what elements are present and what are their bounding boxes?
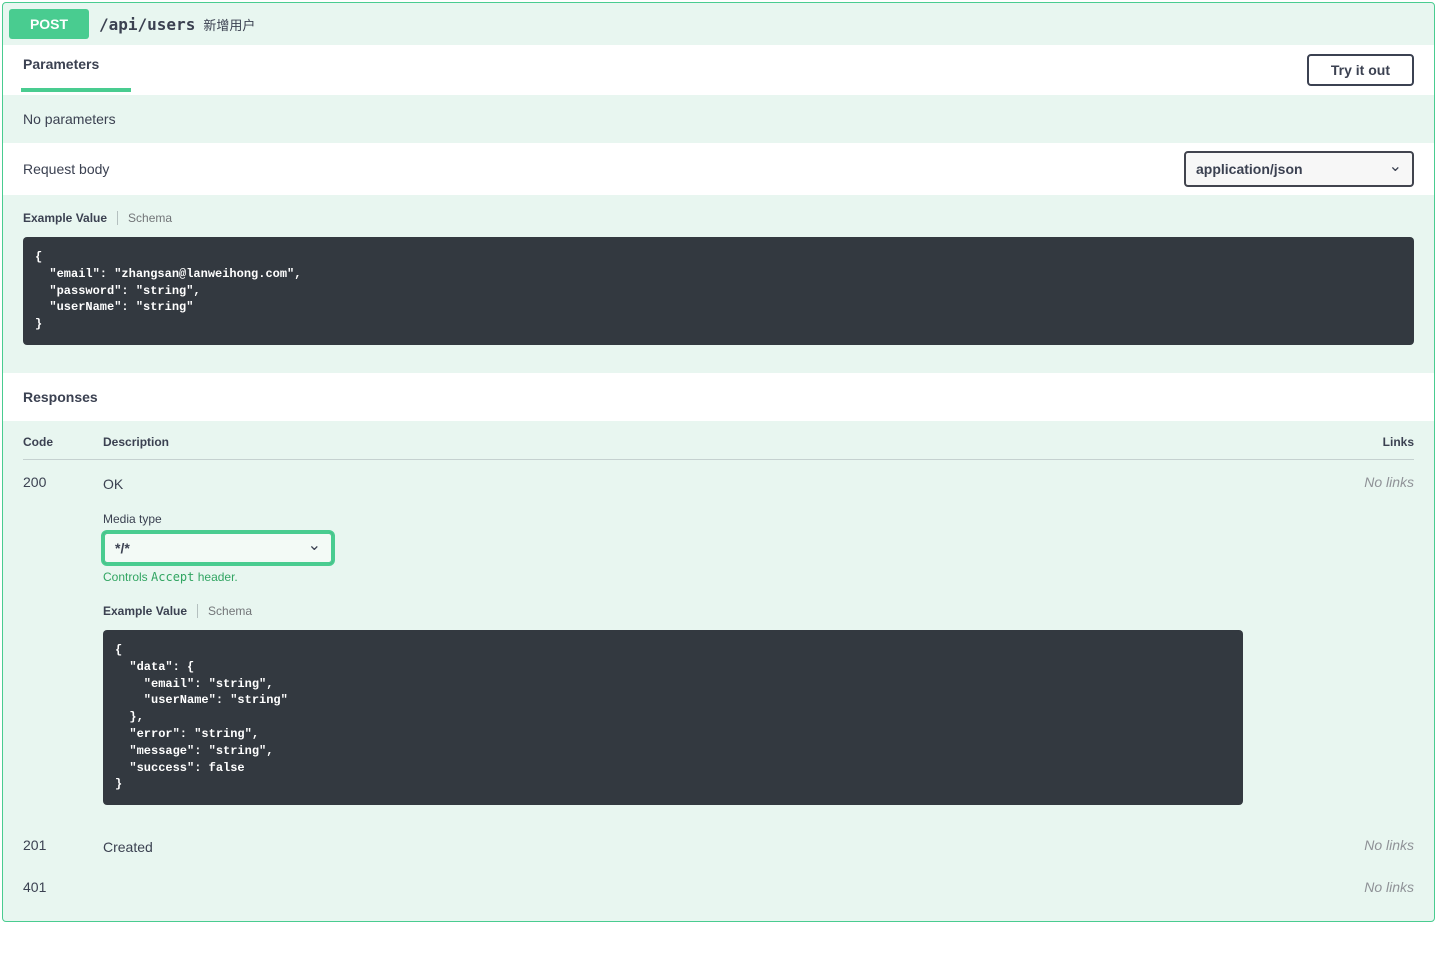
- parameters-body: No parameters: [3, 95, 1434, 143]
- hint-prefix: Controls: [103, 570, 151, 584]
- response-description-cell: Created: [103, 837, 1344, 859]
- response-description: OK: [103, 476, 1344, 492]
- col-links: Links: [1344, 435, 1414, 449]
- endpoint-description: 新增用户: [203, 15, 255, 34]
- response-row: 201 Created No links: [23, 823, 1414, 865]
- col-description: Description: [103, 435, 1344, 449]
- responses-header: Responses: [3, 373, 1434, 421]
- try-it-out-button[interactable]: Try it out: [1307, 54, 1414, 86]
- response-code: 201: [23, 837, 103, 859]
- tab-example-value[interactable]: Example Value: [103, 604, 198, 618]
- response-body-tabs: Example Value Schema: [103, 604, 1344, 618]
- hint-accept: Accept: [151, 570, 194, 584]
- request-body-heading: Request body: [23, 161, 109, 177]
- request-body-header: Request body application/json: [3, 143, 1434, 195]
- response-body-example[interactable]: { "data": { "email": "string", "userName…: [103, 630, 1243, 805]
- hint-suffix: header.: [194, 570, 237, 584]
- request-body-section: Example Value Schema { "email": "zhangsa…: [3, 195, 1434, 373]
- responses-columns-row: Code Description Links: [23, 421, 1414, 460]
- response-row: 200 OK Media type */* Controls Accept he…: [23, 460, 1414, 823]
- media-type-select[interactable]: */*: [103, 532, 333, 564]
- tab-schema[interactable]: Schema: [198, 604, 252, 618]
- responses-table: Code Description Links 200 OK Media type…: [3, 421, 1434, 921]
- response-links: No links: [1344, 879, 1414, 895]
- no-parameters-text: No parameters: [23, 111, 1414, 127]
- response-code: 401: [23, 879, 103, 895]
- response-description-cell: OK Media type */* Controls Accept header…: [103, 474, 1344, 817]
- content-type-select[interactable]: application/json: [1184, 151, 1414, 187]
- tab-schema[interactable]: Schema: [118, 211, 172, 225]
- response-description: Created: [103, 839, 1344, 855]
- request-body-example[interactable]: { "email": "zhangsan@lanweihong.com", "p…: [23, 237, 1414, 345]
- content-type-select-wrap: application/json: [1184, 151, 1414, 187]
- col-code: Code: [23, 435, 103, 449]
- response-row: 401 No links: [23, 865, 1414, 901]
- response-code: 200: [23, 474, 103, 817]
- operation-summary[interactable]: POST /api/users 新增用户: [3, 3, 1434, 45]
- http-method-badge: POST: [9, 9, 89, 39]
- accept-header-hint: Controls Accept header.: [103, 570, 1344, 584]
- operation-block: POST /api/users 新增用户 Parameters Try it o…: [2, 2, 1435, 922]
- response-links: No links: [1344, 837, 1414, 859]
- response-links: No links: [1344, 474, 1414, 817]
- tab-example-value[interactable]: Example Value: [23, 211, 118, 225]
- media-type-select-wrap: */*: [103, 532, 333, 564]
- parameters-header: Parameters Try it out: [3, 45, 1434, 95]
- media-type-label: Media type: [103, 512, 1344, 526]
- endpoint-path: /api/users: [99, 15, 195, 34]
- body-tabs: Example Value Schema: [23, 211, 1414, 225]
- responses-heading: Responses: [23, 389, 1414, 405]
- parameters-heading: Parameters: [23, 56, 99, 84]
- response-description-cell: [103, 879, 1344, 895]
